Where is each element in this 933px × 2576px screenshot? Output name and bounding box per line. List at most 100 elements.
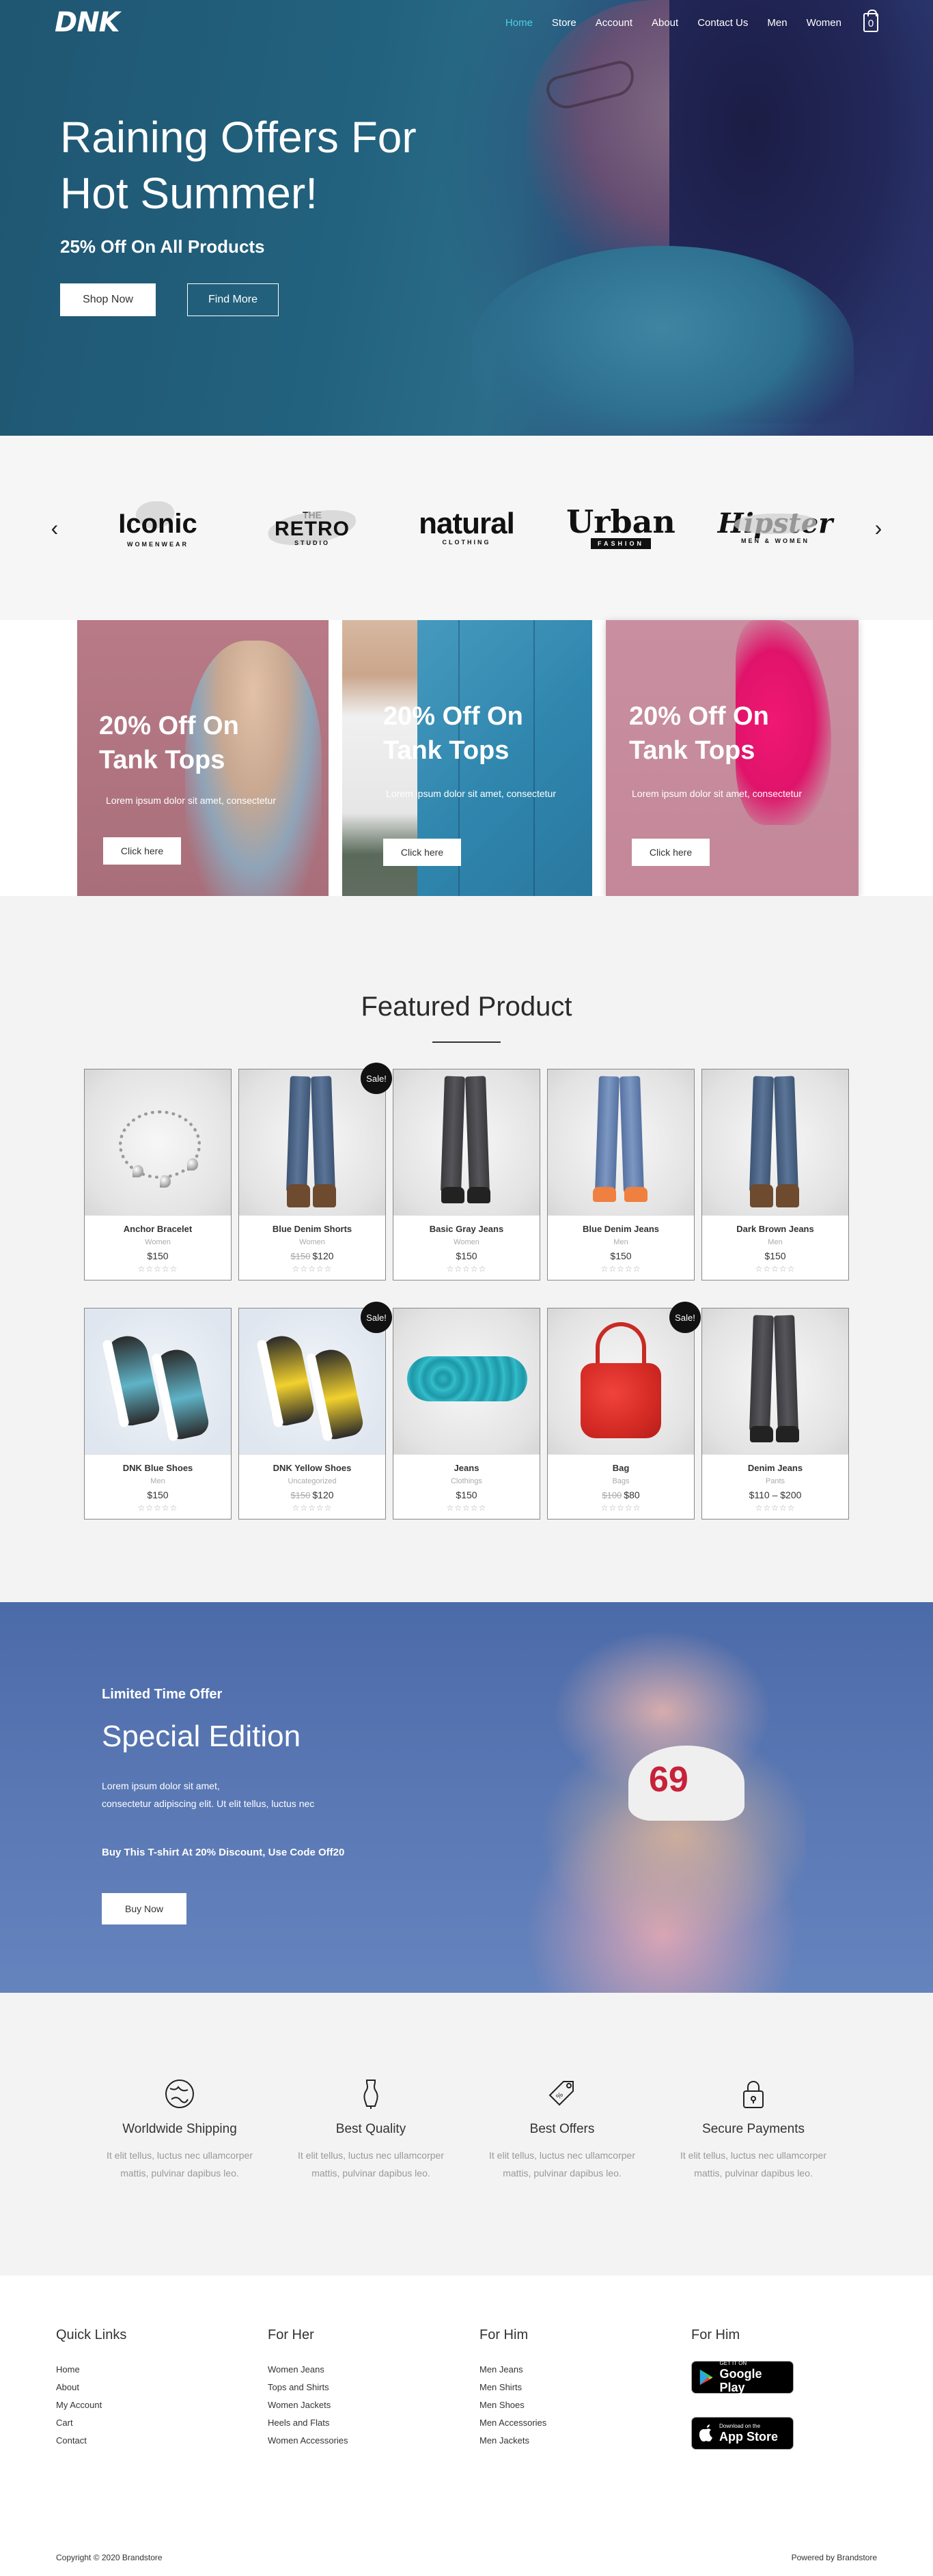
discount-code-text: Buy This T-shirt At 20% Discount, Use Co… [102,1847,345,1858]
footer-link[interactable]: Women Accessories [268,2432,479,2450]
charm-art [187,1158,198,1171]
nav-item-women[interactable]: Women [807,17,841,29]
nav-item-home[interactable]: Home [505,17,533,29]
footer-link[interactable]: Men Jeans [479,2361,691,2379]
promo-card: 20% Off On Tank Tops Lorem ipsum dolor si… [342,620,592,896]
product-category: Women [299,1238,325,1246]
star-rating: ☆☆☆☆☆ [755,1264,796,1274]
product-card[interactable]: Anchor Bracelet Women $150 ☆☆☆☆☆ [84,1069,232,1280]
feature-title: Best Quality [335,2122,406,2136]
shop-now-button[interactable]: Shop Now [60,283,156,316]
footer-link[interactable]: Men Jackets [479,2432,691,2450]
feature-text: It elit tellus, luctus nec ullamcorper m… [298,2150,444,2179]
footer-link[interactable]: Men Shirts [479,2379,691,2396]
product-card[interactable]: Dark Brown Jeans Men $150 ☆☆☆☆☆ [701,1069,849,1280]
product-title[interactable]: Blue Denim Shorts [239,1224,385,1234]
bag-art [581,1363,661,1438]
click-here-button[interactable]: Click here [632,839,710,866]
product-card[interactable]: Sale! Bag Bags $100 $80 ☆☆☆☆☆ [547,1302,701,1520]
nav-item-store[interactable]: Store [552,17,576,29]
nav-menu: Home Store Account About Contact Us Men … [505,10,878,32]
product-image[interactable] [85,1069,231,1216]
product-title[interactable]: Denim Jeans [702,1463,848,1473]
brand-logo-natural[interactable]: natural CLOTHING [405,497,528,559]
google-play-button[interactable]: GET IT ON Google Play [691,2360,794,2394]
product-title[interactable]: Blue Denim Jeans [548,1224,694,1234]
shoe-art [102,1332,162,1429]
product-image[interactable] [548,1069,694,1216]
footer-columns: Quick Links Home About My Account Cart C… [56,2327,903,2450]
product-card[interactable]: Sale! Blue Denim Shorts Women $150 $120 ☆… [238,1063,392,1280]
jeans-art [749,1076,774,1193]
footer-link[interactable]: Women Jackets [268,2396,479,2414]
nav-item-contact[interactable]: Contact Us [697,17,748,29]
mannequin-icon [363,2080,378,2109]
brand-logo-iconic[interactable]: Iconic WOMENWEAR [96,497,219,559]
footer-link-home[interactable]: Home [56,2361,268,2379]
footer-link[interactable]: Tops and Shirts [268,2379,479,2396]
product-price: $150 $120 [239,1489,385,1500]
lock-icon [743,2081,764,2108]
product-image[interactable] [548,1308,694,1455]
nav-item-about[interactable]: About [652,17,678,29]
footer-link-cart[interactable]: Cart [56,2414,268,2432]
product-image[interactable] [702,1069,848,1216]
nav-item-men[interactable]: Men [767,17,787,29]
product-image[interactable] [239,1069,385,1216]
nav-item-account[interactable]: Account [596,17,632,29]
product-title[interactable]: DNK Yellow Shoes [239,1463,385,1473]
click-here-button[interactable]: Click here [383,839,461,866]
product-image[interactable] [702,1308,848,1455]
product-card[interactable]: Basic Gray Jeans Women $150 ☆☆☆☆☆ [393,1069,540,1280]
brand-logo-retro[interactable]: THE RETRO STUDIO [251,497,374,559]
feature-title: Secure Payments [702,2122,805,2136]
product-image[interactable] [393,1069,540,1216]
feature-title: Worldwide Shipping [122,2122,237,2136]
star-rating: ☆☆☆☆☆ [292,1503,333,1513]
find-more-button[interactable]: Find More [187,283,279,316]
product-price: $150 [85,1489,231,1500]
buy-now-button[interactable]: Buy Now [102,1893,186,1924]
footer-link-my-account[interactable]: My Account [56,2396,268,2414]
footer-link[interactable]: Heels and Flats [268,2414,479,2432]
product-title[interactable]: Basic Gray Jeans [393,1224,540,1234]
product-image[interactable] [85,1308,231,1455]
product-title[interactable]: Dark Brown Jeans [702,1224,848,1234]
chevron-left-icon[interactable]: ‹ [44,516,65,541]
footer-link[interactable]: Men Shoes [479,2396,691,2414]
footer-link-contact[interactable]: Contact [56,2432,268,2450]
sale-badge: Sale! [669,1302,701,1333]
product-card[interactable]: Denim Jeans Pants $110 – $200 ☆☆☆☆☆ [701,1308,849,1520]
product-category: Pants [765,1477,785,1485]
star-rating: ☆☆☆☆☆ [137,1503,178,1513]
product-image[interactable] [239,1308,385,1455]
product-category: Men [150,1477,165,1485]
cart-icon[interactable]: 0 [863,10,878,32]
powered-by-text[interactable]: Powered by Brandstore [792,2553,877,2562]
brand-logo-urban[interactable]: Urban FASHION [559,497,682,559]
product-title[interactable]: Jeans [393,1463,540,1473]
footer-link[interactable]: Women Jeans [268,2361,479,2379]
brand-logo-hipster[interactable]: Hipster MEN & WOMEN [714,497,837,559]
shoe-art [624,1187,647,1202]
star-rating: ☆☆☆☆☆ [755,1503,796,1513]
star-rating: ☆☆☆☆☆ [600,1503,641,1513]
price-current: $150 [147,1250,169,1261]
product-card[interactable]: Jeans Clothings $150 ☆☆☆☆☆ [393,1308,540,1520]
product-title[interactable]: Bag [548,1463,694,1473]
product-card[interactable]: Blue Denim Jeans Men $150 ☆☆☆☆☆ [547,1069,695,1280]
shoe-art [441,1187,464,1203]
product-title[interactable]: DNK Blue Shoes [85,1463,231,1473]
background-line [533,620,535,896]
site-logo[interactable]: DNK [55,7,120,38]
product-card[interactable]: Sale! DNK Yellow Shoes Uncategorized $15… [238,1302,392,1520]
product-card[interactable]: DNK Blue Shoes Men $150 ☆☆☆☆☆ [84,1308,232,1520]
app-store-button[interactable]: Download on the App Store [691,2417,794,2450]
footer-link-about[interactable]: About [56,2379,268,2396]
product-image[interactable] [393,1308,540,1455]
click-here-button[interactable]: Click here [103,837,181,865]
footer-link[interactable]: Men Accessories [479,2414,691,2432]
special-description-line1: Lorem ipsum dolor sit amet, [102,1780,220,1791]
chevron-right-icon[interactable]: › [868,516,889,541]
product-title[interactable]: Anchor Bracelet [85,1224,231,1234]
